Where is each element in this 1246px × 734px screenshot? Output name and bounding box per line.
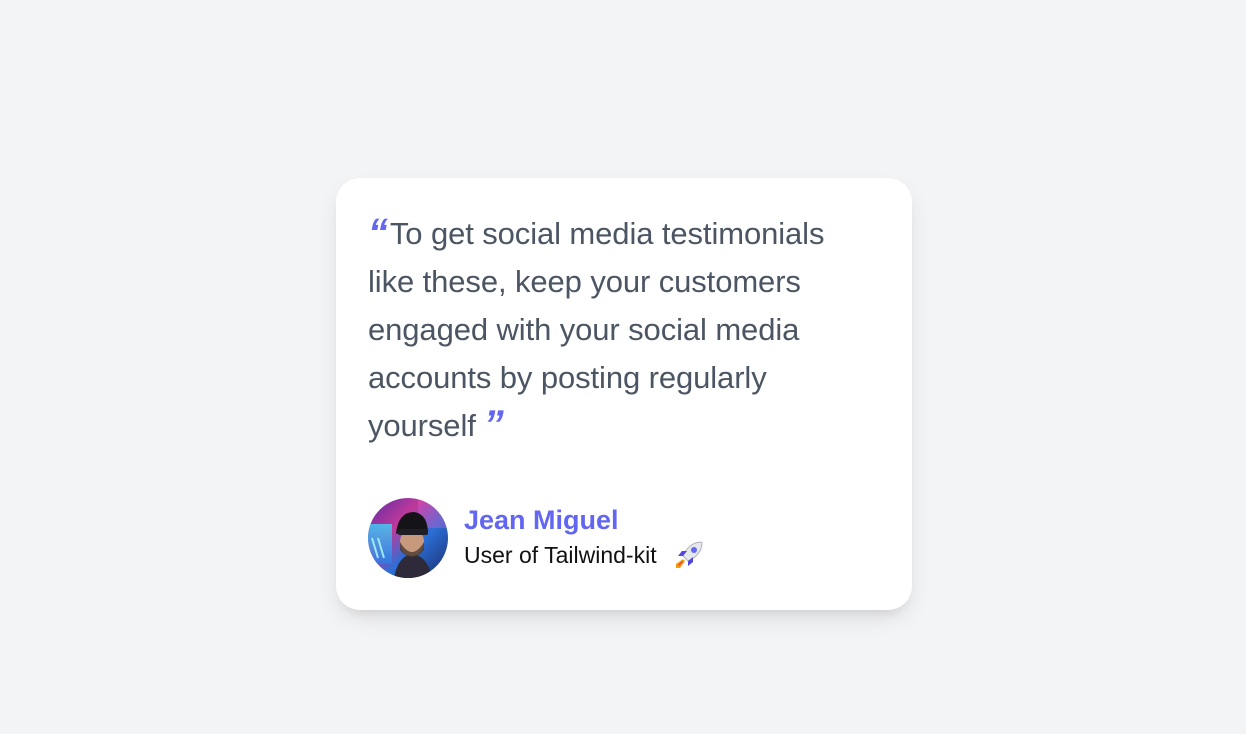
avatar <box>368 498 448 578</box>
author-name: Jean Miguel <box>464 505 619 535</box>
avatar-image <box>368 498 448 578</box>
open-quote-icon: “ <box>368 211 388 255</box>
rocket-icon <box>675 541 702 568</box>
author-role: User of Tailwind-kit <box>464 542 657 568</box>
testimonial-quote: “To get social media testimonials like t… <box>368 210 868 450</box>
testimonial-text: To get social media testimonials like th… <box>368 216 825 443</box>
close-quote-icon: ” <box>483 403 504 447</box>
author-info: Jean Miguel User of Tailwind-kit <box>368 498 707 578</box>
author-role-row: User of Tailwind-kit <box>464 537 707 573</box>
author-meta: Jean Miguel User of Tailwind-kit <box>464 503 707 573</box>
testimonial-card: “To get social media testimonials like t… <box>336 178 912 610</box>
